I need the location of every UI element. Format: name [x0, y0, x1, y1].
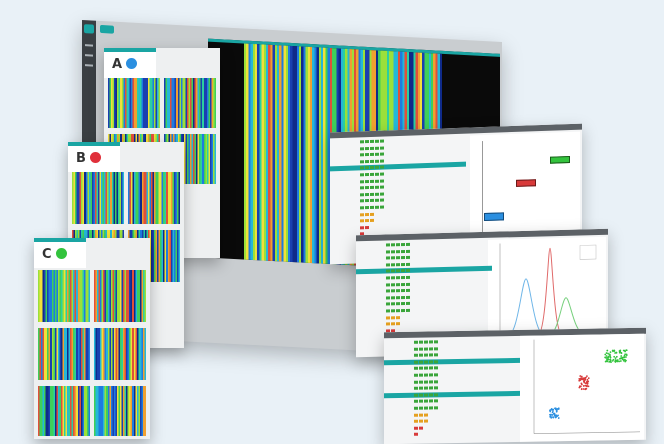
scatter-point — [616, 359, 619, 361]
image-tile[interactable] — [108, 78, 160, 128]
image-tile[interactable] — [94, 328, 146, 380]
scatter-point — [623, 354, 626, 357]
panel-tab[interactable]: A — [104, 48, 156, 78]
app-logo-icon — [84, 24, 94, 34]
scatter-point — [586, 378, 589, 381]
scatter-point — [618, 360, 621, 363]
image-tile[interactable] — [38, 386, 90, 436]
scatter-point — [619, 357, 621, 360]
scatter-point — [587, 377, 590, 380]
panel-tab[interactable]: B — [68, 142, 120, 172]
menu-icon[interactable] — [85, 54, 93, 57]
image-tile[interactable] — [164, 78, 216, 128]
panel-dot — [90, 152, 101, 163]
scatter-point — [604, 353, 607, 356]
image-tile[interactable] — [94, 386, 146, 436]
scatter-point — [579, 375, 582, 377]
panel-label: A — [112, 57, 123, 72]
scatter-point — [605, 355, 608, 357]
scatter-point — [625, 356, 627, 358]
scatter-point — [606, 349, 609, 352]
panel-c[interactable]: C — [34, 238, 150, 439]
scatter-point — [582, 388, 585, 390]
scatter-point — [619, 349, 622, 352]
scatter-point — [619, 360, 622, 362]
scatter-point — [586, 375, 588, 377]
scatter-point — [552, 408, 555, 411]
panel-label: B — [76, 151, 86, 166]
scatter-point — [614, 357, 617, 360]
image-tile[interactable] — [94, 270, 146, 322]
scatter-point — [587, 385, 590, 388]
scatter-point — [624, 360, 627, 363]
scatter-point — [609, 351, 612, 354]
toolbar-icon[interactable] — [100, 24, 114, 34]
panel-tab[interactable]: C — [34, 238, 86, 268]
scatter-plot — [520, 333, 644, 442]
panel-dot — [126, 58, 137, 69]
scatter-point — [550, 413, 552, 416]
results-table-scatter[interactable] — [384, 327, 646, 444]
scatter-point — [613, 355, 616, 358]
table-row[interactable] — [384, 430, 520, 437]
scatter-point — [557, 417, 560, 419]
scatter-point — [580, 375, 583, 378]
scatter-point — [620, 355, 623, 357]
scatter-point — [582, 385, 585, 387]
image-tile[interactable] — [72, 172, 124, 224]
image-tile[interactable] — [38, 270, 90, 322]
scatter-point — [615, 355, 618, 358]
panel-dot — [56, 248, 67, 259]
scatter-point — [611, 359, 614, 362]
scatter-point — [604, 360, 607, 363]
image-tile[interactable] — [38, 328, 90, 380]
menu-icon[interactable] — [85, 44, 93, 47]
menu-icon[interactable] — [85, 64, 93, 67]
scatter-point — [618, 351, 621, 354]
panel-label: C — [42, 247, 52, 262]
scatter-point — [614, 352, 616, 354]
image-tile[interactable] — [128, 172, 180, 224]
scatter-point — [578, 386, 581, 389]
